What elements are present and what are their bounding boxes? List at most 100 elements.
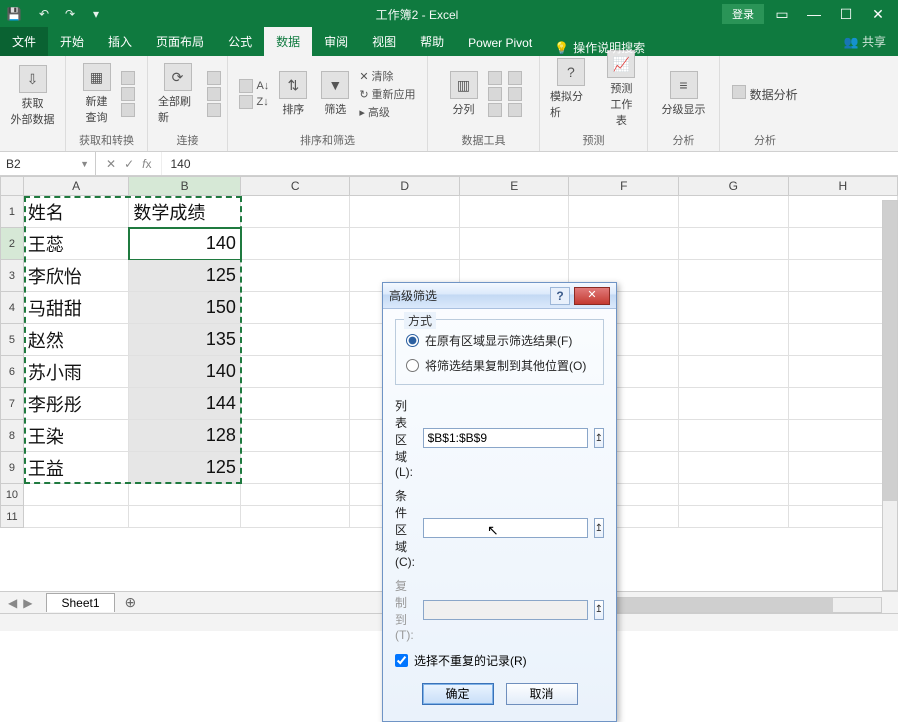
col-header-h[interactable]: H	[789, 176, 898, 196]
sort-button[interactable]: ⇅排序	[275, 69, 311, 119]
cell[interactable]	[241, 420, 351, 452]
formula-input[interactable]: 140	[162, 152, 898, 175]
tab-review[interactable]: 审阅	[312, 27, 360, 56]
cell[interactable]	[241, 452, 351, 484]
ribbon-display-icon[interactable]: ▭	[768, 2, 796, 26]
cell[interactable]: 125	[129, 260, 241, 292]
sort-asc-button[interactable]: A↓	[239, 79, 269, 93]
minimize-icon[interactable]: —	[800, 2, 828, 26]
list-range-input[interactable]	[423, 428, 588, 448]
row-header[interactable]: 1	[0, 196, 24, 228]
cell[interactable]	[679, 452, 789, 484]
cell[interactable]: 苏小雨	[24, 356, 130, 388]
cell-active[interactable]: 140	[129, 228, 241, 260]
cell[interactable]	[679, 484, 789, 506]
cell[interactable]	[241, 484, 351, 506]
maximize-icon[interactable]: ☐	[832, 2, 860, 26]
tab-file[interactable]: 文件	[0, 27, 48, 56]
filter-button[interactable]: ▼筛选	[317, 69, 353, 119]
from-table-button[interactable]	[121, 87, 135, 101]
cell[interactable]: 马甜甜	[24, 292, 130, 324]
tab-powerpivot[interactable]: Power Pivot	[456, 30, 544, 56]
row-header[interactable]: 5	[0, 324, 24, 356]
cell[interactable]	[241, 260, 351, 292]
new-query-button[interactable]: ▦新建 查询	[79, 61, 115, 127]
sort-desc-button[interactable]: Z↓	[239, 95, 269, 109]
tell-me-search[interactable]: 💡操作说明搜索	[544, 39, 655, 56]
sheet-tab[interactable]: Sheet1	[46, 593, 114, 612]
qat-dropdown-icon[interactable]: ▾	[86, 4, 106, 24]
save-icon[interactable]: 💾	[0, 0, 28, 28]
tab-formulas[interactable]: 公式	[216, 27, 264, 56]
outline-button[interactable]: ≡分级显示	[658, 69, 710, 119]
col-header-f[interactable]: F	[569, 176, 679, 196]
cell[interactable]	[679, 506, 789, 528]
cell[interactable]	[679, 388, 789, 420]
cell[interactable]	[241, 388, 351, 420]
row-header[interactable]: 6	[0, 356, 24, 388]
sheet-nav-next[interactable]: ▶	[23, 596, 32, 610]
recent-sources-button[interactable]	[121, 103, 135, 117]
cell[interactable]	[460, 196, 570, 228]
vertical-scrollbar[interactable]	[882, 200, 898, 591]
cell[interactable]: 150	[129, 292, 241, 324]
cell[interactable]	[24, 506, 130, 528]
chevron-down-icon[interactable]: ▼	[80, 159, 89, 169]
data-analysis-button[interactable]: 数据分析	[732, 85, 797, 103]
share-button[interactable]: 👥 共享	[832, 27, 898, 56]
row-header[interactable]: 2	[0, 228, 24, 260]
ok-button[interactable]: 确定	[422, 683, 494, 705]
cell[interactable]: 数学成绩	[129, 196, 241, 228]
col-header-d[interactable]: D	[350, 176, 460, 196]
redo-icon[interactable]: ↷	[60, 4, 80, 24]
row-header[interactable]: 4	[0, 292, 24, 324]
unique-records-checkbox[interactable]: 选择不重复的记录(R)	[395, 646, 604, 677]
cell[interactable]	[350, 196, 460, 228]
row-header[interactable]: 9	[0, 452, 24, 484]
cell[interactable]	[679, 324, 789, 356]
cell[interactable]	[679, 356, 789, 388]
cell[interactable]	[679, 260, 789, 292]
cell[interactable]: 姓名	[24, 196, 130, 228]
col-header-a[interactable]: A	[24, 176, 130, 196]
properties-button[interactable]	[207, 87, 221, 101]
cell[interactable]	[569, 228, 679, 260]
row-header[interactable]: 7	[0, 388, 24, 420]
cell[interactable]: 128	[129, 420, 241, 452]
cell[interactable]	[679, 292, 789, 324]
cancel-edit-icon[interactable]: ✕	[106, 157, 116, 171]
cell[interactable]: 赵然	[24, 324, 130, 356]
cell[interactable]: 144	[129, 388, 241, 420]
tab-view[interactable]: 视图	[360, 27, 408, 56]
confirm-edit-icon[interactable]: ✓	[124, 157, 134, 171]
row-header[interactable]: 3	[0, 260, 24, 292]
cell[interactable]	[24, 484, 130, 506]
cell[interactable]	[241, 292, 351, 324]
cell[interactable]	[129, 484, 241, 506]
cancel-button[interactable]: 取消	[506, 683, 578, 705]
reapply-button[interactable]: ↻ 重新应用	[359, 86, 415, 102]
col-header-c[interactable]: C	[241, 176, 351, 196]
advanced-filter-button[interactable]: ▸ 高级	[359, 104, 415, 120]
cell[interactable]	[569, 196, 679, 228]
whatif-button[interactable]: ?模拟分析	[546, 56, 596, 122]
dialog-titlebar[interactable]: 高级筛选 ? ✕	[383, 283, 616, 309]
text-to-columns-button[interactable]: ▥分列	[446, 69, 482, 119]
edit-links-button[interactable]	[207, 103, 221, 117]
cell[interactable]: 李欣怡	[24, 260, 130, 292]
tab-layout[interactable]: 页面布局	[144, 27, 216, 56]
cell[interactable]: 王蕊	[24, 228, 130, 260]
cell[interactable]: 王染	[24, 420, 130, 452]
tab-data[interactable]: 数据	[264, 27, 312, 56]
cell[interactable]	[241, 506, 351, 528]
col-header-g[interactable]: G	[679, 176, 789, 196]
refresh-all-button[interactable]: ⟳全部刷新	[154, 61, 201, 127]
tab-insert[interactable]: 插入	[96, 27, 144, 56]
row-header[interactable]: 8	[0, 420, 24, 452]
cell[interactable]	[241, 356, 351, 388]
add-sheet-button[interactable]: ⊕	[115, 594, 147, 611]
criteria-range-input[interactable]	[423, 518, 588, 538]
tab-help[interactable]: 帮助	[408, 27, 456, 56]
cell[interactable]	[241, 228, 351, 260]
select-all-corner[interactable]	[0, 176, 24, 196]
